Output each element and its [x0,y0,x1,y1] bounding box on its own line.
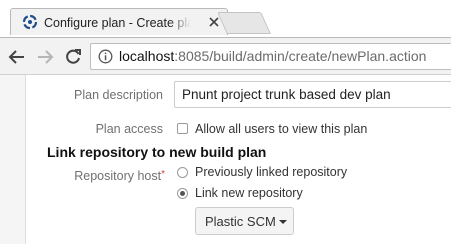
bamboo-logo-icon [22,14,38,30]
previously-linked-radio[interactable] [177,167,188,178]
allow-all-users-label[interactable]: Allow all users to view this plan [195,121,367,137]
browser-tab-strip: Configure plan - Create plan [0,0,451,37]
repository-type-dropdown[interactable]: Plastic SCM [195,207,294,235]
caret-down-icon [279,220,287,224]
url-path: :8085/build/admin/create/newPlan.action [174,48,427,64]
browser-tab[interactable]: Configure plan - Create plan [10,8,228,35]
link-new-repository-label[interactable]: Link new repository [195,185,303,201]
url-host: localhost [119,48,175,64]
reload-icon[interactable] [63,47,83,67]
arrow-right-icon[interactable] [35,47,55,67]
plan-description-input[interactable] [174,81,451,108]
link-new-repository-radio[interactable] [177,188,188,199]
arrow-left-icon[interactable] [7,47,27,67]
close-icon[interactable] [208,16,220,28]
address-bar[interactable]: localhost:8085/build/admin/create/newPla… [90,43,451,70]
repository-host-label: Repository host* [74,168,165,184]
allow-all-users-checkbox[interactable] [177,123,188,134]
url-text: localhost:8085/build/admin/create/newPla… [119,48,426,65]
section-title: Link repository to new build plan [47,144,267,160]
plan-description-label: Plan description [74,88,163,102]
left-sidebar [0,75,26,244]
repository-host-label-text: Repository host [74,169,162,183]
repository-type-value: Plastic SCM [205,214,276,229]
plan-access-label: Plan access [95,122,163,136]
required-marker: * [161,169,165,180]
tab-title: Configure plan - Create plan [44,15,191,31]
info-icon[interactable] [98,49,113,64]
page-content: Plan description Plan access Allow all u… [0,75,451,244]
previously-linked-label[interactable]: Previously linked repository [195,164,347,180]
browser-toolbar: localhost:8085/build/admin/create/newPla… [0,37,451,75]
new-tab-button[interactable] [217,12,271,34]
